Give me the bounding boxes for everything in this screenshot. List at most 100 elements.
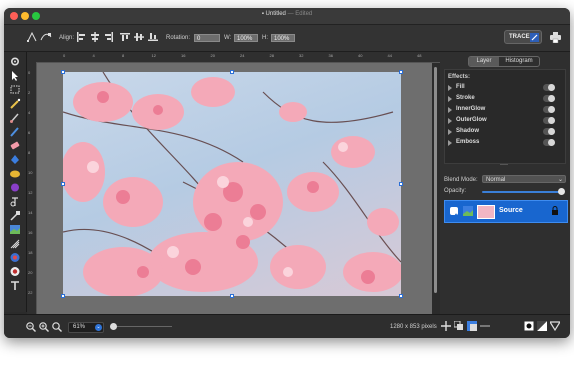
- layer-visibility-checkbox[interactable]: [450, 207, 458, 220]
- align-left-icon[interactable]: [76, 32, 86, 42]
- scrollbar-thumb[interactable]: [434, 67, 437, 293]
- effect-toggle[interactable]: [543, 117, 555, 124]
- layer-image-icon: [463, 206, 473, 216]
- ruler-tick-label: 4: [28, 110, 31, 115]
- brush-icon[interactable]: [9, 112, 21, 123]
- layer-name: Source: [499, 207, 523, 214]
- effect-toggle[interactable]: [543, 139, 555, 146]
- text-tool-icon[interactable]: [9, 196, 21, 207]
- add-layer-icon[interactable]: [441, 321, 451, 331]
- opacity-slider[interactable]: [482, 188, 565, 195]
- zoom-sphere-icon[interactable]: [9, 266, 21, 277]
- height-input[interactable]: 100%: [271, 34, 295, 42]
- resize-handle-top-right[interactable]: [399, 70, 403, 74]
- align-bottom-icon[interactable]: [148, 32, 158, 42]
- effect-row-emboss[interactable]: Emboss: [448, 138, 560, 148]
- effect-row-outerglow[interactable]: OuterGlow: [448, 116, 560, 126]
- canvas-area[interactable]: [37, 63, 432, 314]
- zoom-in-icon[interactable]: [39, 322, 49, 332]
- resize-handle-bottom-left[interactable]: [61, 294, 65, 298]
- trace-label: TRACE: [509, 34, 530, 40]
- effect-name: Shadow: [456, 128, 480, 134]
- color-swatch-icon[interactable]: [9, 252, 21, 263]
- opacity-label: Opacity:: [444, 188, 467, 194]
- shape-icon[interactable]: [9, 238, 21, 249]
- layer-image-icon[interactable]: [467, 321, 477, 331]
- pencil-icon[interactable]: [9, 126, 21, 137]
- path-edit-icon[interactable]: [40, 31, 52, 43]
- resize-handle-top[interactable]: [230, 70, 234, 74]
- mask-icon[interactable]: [524, 321, 534, 331]
- vertical-scrollbar[interactable]: [432, 63, 439, 314]
- magic-wand-icon[interactable]: [9, 98, 21, 109]
- zoom-out-icon[interactable]: [26, 322, 36, 332]
- zoom-fit-icon[interactable]: [52, 322, 62, 332]
- layer-row-source[interactable]: Source: [444, 200, 568, 223]
- lock-icon[interactable]: [551, 206, 559, 216]
- eyedropper-icon[interactable]: [9, 210, 21, 221]
- zoom-dropdown-icon[interactable]: ⌄: [95, 324, 102, 331]
- effect-toggle[interactable]: [543, 106, 555, 113]
- resize-handle-bottom[interactable]: [230, 294, 234, 298]
- ruler-tick-label: 36: [328, 53, 333, 58]
- resize-handle-right[interactable]: [399, 182, 403, 186]
- zoom-field[interactable]: 61% ⌄: [68, 322, 104, 333]
- disclosure-triangle-icon[interactable]: [448, 129, 452, 135]
- rectangle-select-icon[interactable]: [9, 84, 21, 95]
- zoom-slider[interactable]: [110, 323, 172, 330]
- bezier-pen-icon[interactable]: [26, 31, 38, 43]
- blend-mode-select[interactable]: Normal ⌄: [482, 175, 566, 183]
- zoom-slider-knob[interactable]: [110, 323, 117, 330]
- tab-histogram[interactable]: Histogram: [499, 57, 539, 66]
- align-middle-icon[interactable]: [134, 32, 144, 42]
- disclosure-triangle-icon[interactable]: [448, 140, 452, 146]
- duplicate-layer-icon[interactable]: [454, 321, 464, 331]
- adjustment-icon[interactable]: [537, 321, 547, 331]
- effect-row-shadow[interactable]: Shadow: [448, 127, 560, 137]
- ruler-tick-label: 2: [28, 90, 31, 95]
- gradient-icon[interactable]: [9, 168, 21, 179]
- ruler-tick-label: 20: [28, 270, 33, 275]
- cherry-blossom-photo[interactable]: [63, 72, 401, 296]
- ruler-tick-label: 10: [28, 170, 33, 175]
- clone-stamp-icon[interactable]: [9, 182, 21, 193]
- print-icon[interactable]: [550, 32, 561, 43]
- effect-row-stroke[interactable]: Stroke: [448, 94, 560, 104]
- disclosure-triangle-icon[interactable]: [448, 96, 452, 102]
- align-label: Align:: [59, 35, 75, 41]
- effect-toggle[interactable]: [543, 95, 555, 102]
- filter-icon[interactable]: [550, 321, 560, 331]
- ruler-tick-label: 48: [417, 53, 422, 58]
- effect-row-innerglow[interactable]: InnerGlow: [448, 105, 560, 115]
- text-type-icon[interactable]: [9, 280, 21, 291]
- resize-handle-bottom-right[interactable]: [399, 294, 403, 298]
- blossom-image: [63, 72, 401, 296]
- align-center-icon[interactable]: [90, 32, 100, 42]
- resize-handle-left[interactable]: [61, 182, 65, 186]
- effect-row-fill[interactable]: Fill: [448, 83, 560, 93]
- fill-bucket-icon[interactable]: [9, 154, 21, 165]
- settings-gear-icon[interactable]: [9, 56, 21, 67]
- align-top-icon[interactable]: [120, 32, 130, 42]
- window-title: ▪ Untitled — Edited: [261, 11, 313, 17]
- align-right-icon[interactable]: [104, 32, 114, 42]
- rotation-input[interactable]: 0: [194, 34, 220, 42]
- delete-layer-icon[interactable]: [480, 325, 490, 327]
- opacity-slider-knob[interactable]: [558, 188, 565, 195]
- disclosure-triangle-icon[interactable]: [448, 107, 452, 113]
- panel-divider-grip[interactable]: [500, 164, 508, 167]
- bottom-status-bar: 61% ⌄ 1280 x 853 pixels: [4, 314, 570, 338]
- ruler-tick-label: 22: [28, 290, 33, 295]
- effect-toggle[interactable]: [543, 128, 555, 135]
- resize-handle-top-left[interactable]: [61, 70, 65, 74]
- image-icon[interactable]: [9, 224, 21, 235]
- layer-thumbnail: [477, 205, 495, 219]
- eraser-icon[interactable]: [9, 140, 21, 151]
- trace-button[interactable]: TRACE: [504, 30, 542, 44]
- width-input[interactable]: 100%: [234, 34, 258, 42]
- disclosure-triangle-icon[interactable]: [448, 85, 452, 91]
- effect-toggle[interactable]: [543, 84, 555, 91]
- tab-layer[interactable]: Layer: [469, 57, 499, 66]
- selection-arrow-icon[interactable]: [9, 70, 21, 81]
- disclosure-triangle-icon[interactable]: [448, 118, 452, 124]
